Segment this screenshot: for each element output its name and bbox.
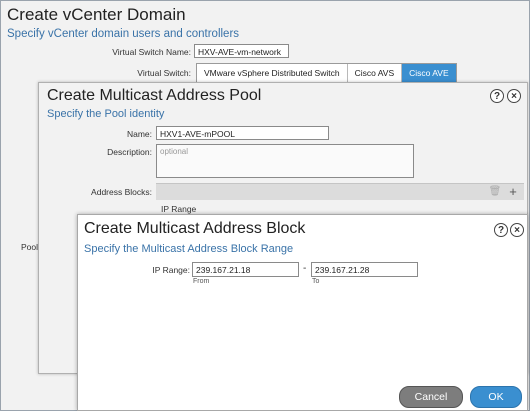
name-label: Name:	[126, 129, 152, 139]
description-label: Description:	[107, 147, 152, 157]
ip-range-label: IP Range:	[152, 265, 190, 275]
from-hint: From	[193, 278, 210, 285]
dialog-title: Create vCenter Domain	[7, 5, 186, 24]
close-icon[interactable]: ×	[510, 223, 524, 237]
option-cisco-ave[interactable]: Cisco AVE	[402, 64, 456, 82]
create-multicast-address-block-dialog: Create Multicast Address Block Specify t…	[77, 214, 528, 411]
description-textarea[interactable]: optional	[156, 144, 414, 178]
virtual-switch-name-input[interactable]: HXV-AVE-vm-network	[194, 44, 289, 58]
address-blocks-label: Address Blocks:	[91, 187, 152, 197]
dialog-title: Create Multicast Address Block	[84, 220, 306, 237]
option-vmware-vsphere-distributed-switch[interactable]: VMware vSphere Distributed Switch	[197, 64, 348, 82]
ip-range-from-input[interactable]: 239.167.21.18	[192, 262, 299, 277]
virtual-switch-selector: VMware vSphere Distributed Switch Cisco …	[196, 63, 457, 83]
add-icon[interactable]: +	[506, 184, 520, 200]
dialog-subtitle: Specify vCenter domain users and control…	[7, 28, 240, 40]
dialog-subtitle: Specify the Pool identity	[47, 108, 165, 120]
ip-range-to-input[interactable]: 239.167.21.28	[311, 262, 418, 277]
trash-icon[interactable]: 🗑	[488, 185, 502, 199]
dialog-title: Create Multicast Address Pool	[47, 87, 262, 104]
help-icon[interactable]: ?	[490, 89, 504, 103]
virtual-switch-label: Virtual Switch:	[137, 68, 191, 78]
ok-button[interactable]: OK	[470, 386, 522, 408]
virtual-switch-name-label: Virtual Switch Name:	[112, 47, 191, 57]
dialog-subtitle: Specify the Multicast Address Block Rang…	[84, 243, 294, 255]
address-blocks-toolbar: 🗑 +	[156, 183, 524, 200]
pool-label: Pool	[21, 242, 39, 252]
close-icon[interactable]: ×	[507, 89, 521, 103]
option-cisco-avs[interactable]: Cisco AVS	[348, 64, 403, 82]
range-separator: -	[303, 263, 307, 274]
ip-range-column-header: IP Range	[161, 204, 197, 214]
help-icon[interactable]: ?	[494, 223, 508, 237]
to-hint: To	[312, 278, 320, 285]
name-input[interactable]: HXV1-AVE-mPOOL	[156, 126, 329, 140]
cancel-button[interactable]: Cancel	[399, 386, 463, 408]
